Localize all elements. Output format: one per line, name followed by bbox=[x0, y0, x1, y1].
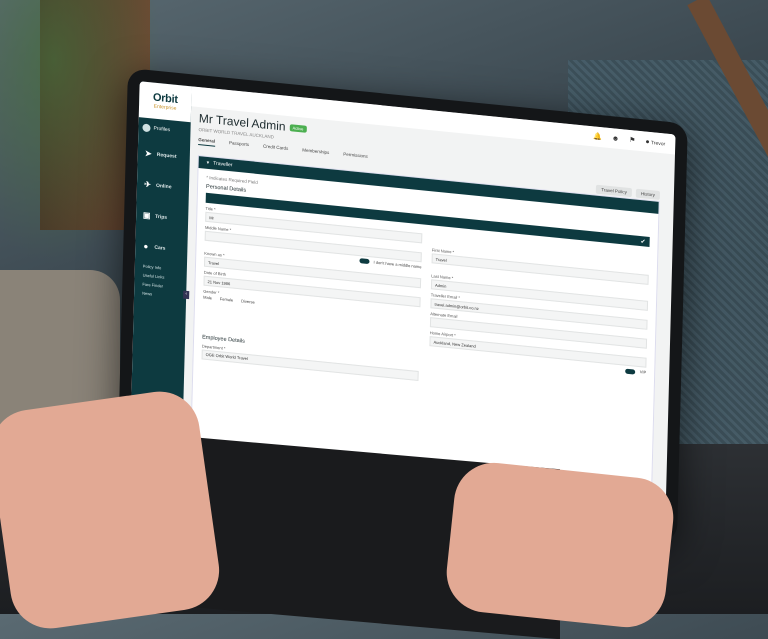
radio-female[interactable]: Female bbox=[220, 297, 233, 303]
bell-icon[interactable]: 🔔 bbox=[593, 132, 602, 141]
tab-credit-cards[interactable]: Credit Cards bbox=[263, 143, 288, 153]
radio-male[interactable]: Male bbox=[203, 295, 212, 301]
profiles-label: Profiles bbox=[153, 125, 171, 134]
sidebar-item-label: Request bbox=[156, 151, 177, 160]
app-logo[interactable]: Orbit Enterprise bbox=[138, 81, 192, 123]
panel-title: Traveller bbox=[213, 160, 233, 169]
user-label: Trevor bbox=[650, 139, 666, 148]
users-icon[interactable]: ☻ bbox=[612, 135, 620, 143]
status-badge: Active bbox=[289, 123, 307, 133]
right-hand bbox=[442, 458, 678, 632]
tab-passports[interactable]: Passports bbox=[229, 140, 249, 150]
paper-plane-icon: ➤ bbox=[144, 148, 152, 159]
airplane-icon: ✈ bbox=[144, 179, 151, 190]
no-middle-name-toggle[interactable] bbox=[359, 258, 370, 265]
sidebar-item-cars[interactable]: ● Cars bbox=[135, 230, 188, 266]
left-hand bbox=[0, 386, 225, 634]
sidebar-item-label: Cars bbox=[154, 244, 166, 252]
sidebar-item-label: Trips bbox=[155, 213, 168, 221]
avatar bbox=[142, 123, 151, 133]
suitcase-icon: ▣ bbox=[142, 210, 151, 221]
sidebar-item-online[interactable]: ✈ Online bbox=[137, 168, 190, 204]
vip-toggle[interactable] bbox=[625, 368, 636, 375]
tab-general[interactable]: General bbox=[198, 137, 216, 147]
vip-label: VIP bbox=[639, 369, 647, 376]
user-icon: ● bbox=[645, 138, 650, 146]
check-icon: ✔ bbox=[640, 238, 646, 246]
user-menu[interactable]: ● Trevor bbox=[645, 138, 665, 147]
sidebar-item-label: Online bbox=[155, 182, 172, 190]
radio-diverse[interactable]: Diverse bbox=[241, 299, 255, 305]
tab-memberships[interactable]: Memberships bbox=[302, 147, 329, 158]
car-icon: ● bbox=[143, 241, 149, 252]
chevron-down-icon: ▾ bbox=[206, 159, 210, 167]
sidebar-collapse-button[interactable]: ‹ bbox=[183, 290, 190, 300]
tab-permissions[interactable]: Permissions bbox=[343, 151, 368, 161]
sidebar-item-request[interactable]: ➤ Request bbox=[137, 137, 190, 173]
flag-icon[interactable]: ⚑ bbox=[629, 136, 635, 145]
sidebar-item-trips[interactable]: ▣ Trips bbox=[136, 199, 189, 235]
logo-sub: Enterprise bbox=[153, 103, 177, 112]
